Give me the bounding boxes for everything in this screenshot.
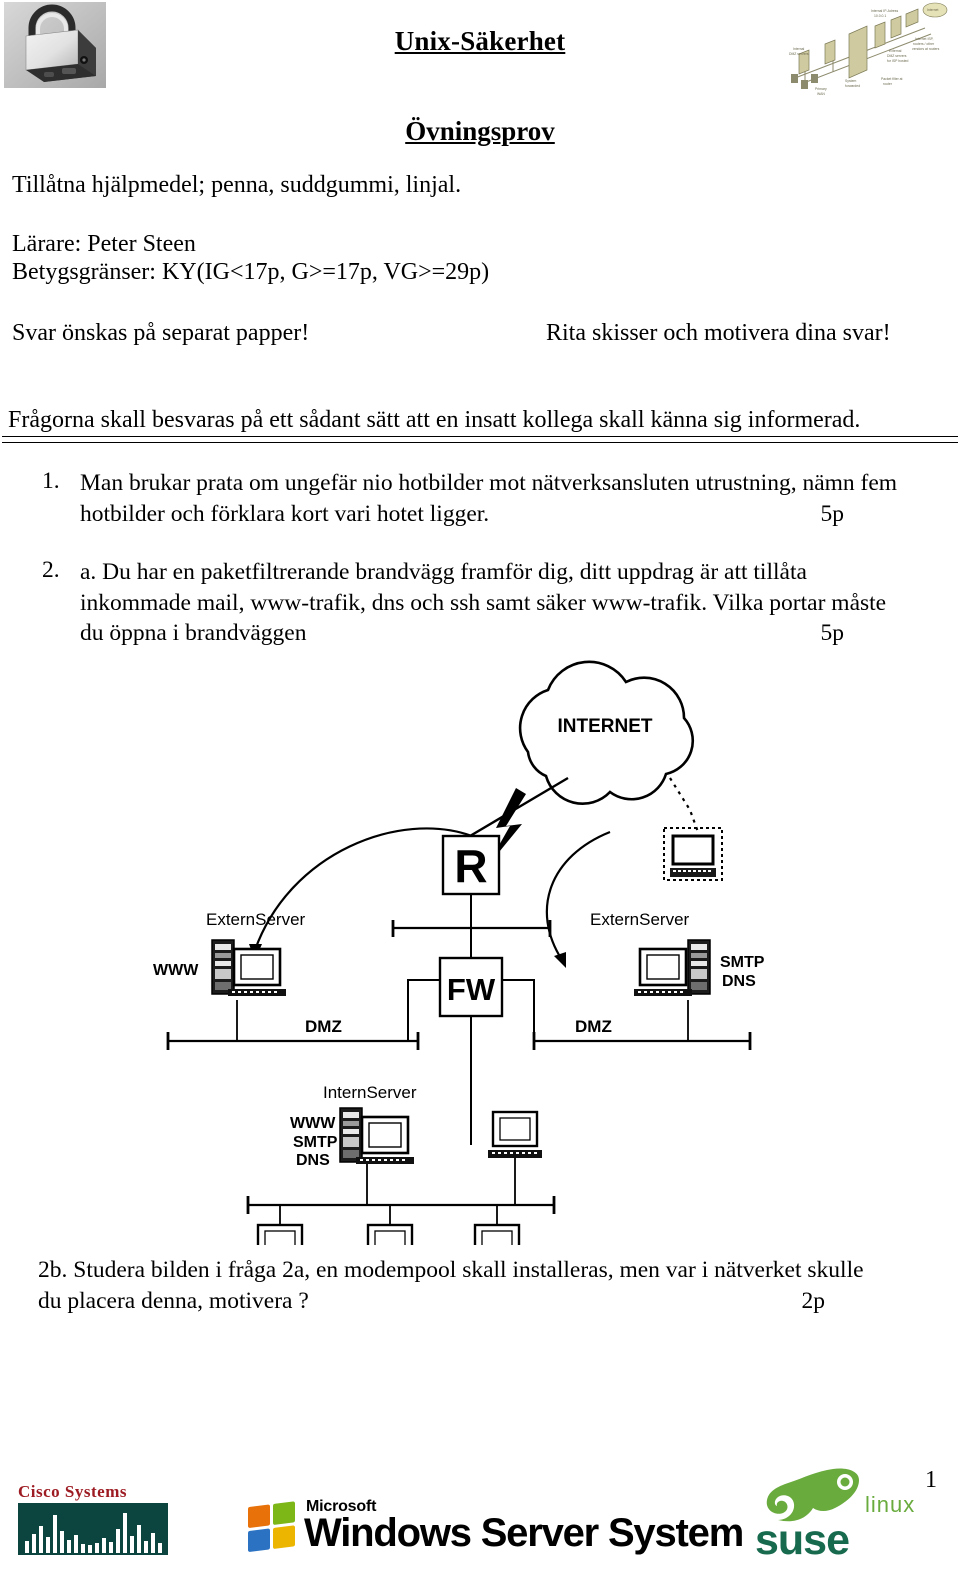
svg-text:10.0.0.1: 10.0.0.1 — [874, 14, 886, 18]
svg-text:SMTP: SMTP — [720, 954, 765, 971]
firewall-box: FW — [438, 956, 504, 1018]
question-1-number: 1. — [42, 468, 60, 494]
cisco-bars-graphic — [18, 1503, 168, 1555]
question-1-line-1: Man brukar prata om ungefär nio hotbilde… — [80, 470, 898, 496]
svg-text:ExternServer: ExternServer — [590, 910, 690, 929]
router-box: R — [441, 834, 501, 896]
svg-text:WWW: WWW — [290, 1115, 336, 1132]
answer-paper-note: Svar önskas på separat papper! — [12, 320, 310, 346]
allowed-aids-text: Tillåtna hjälpmedel; penna, suddgummi, l… — [12, 172, 462, 198]
footer-logos: Cisco Systems Microsoft Windows Server S… — [0, 1460, 960, 1573]
answer-instruction-text: Frågorna skall besvaras på ett sådant sä… — [8, 407, 861, 433]
cisco-logo: Cisco Systems — [18, 1483, 170, 1555]
question-2-line-3: du öppna i brandväggen 5p — [80, 618, 958, 649]
question-2b-line-1: 2b. Studera bilden i fråga 2a, en modemp… — [38, 1257, 864, 1283]
svg-text:Internet: Internet — [927, 8, 939, 12]
question-2-line-3-text: du öppna i brandväggen — [80, 620, 307, 647]
svg-text:for ISP hosted: for ISP hosted — [887, 59, 909, 63]
svg-text:System: System — [845, 79, 856, 83]
question-2-number: 2. — [42, 557, 60, 583]
svg-text:forwarded: forwarded — [845, 84, 860, 88]
horizontal-double-rule — [2, 436, 958, 443]
microsoft-windows-server-system-logo: Microsoft Windows Server System — [248, 1490, 744, 1560]
question-1-line-2: hotbilder och förklara kort vari hotet l… — [80, 499, 958, 530]
question-2-line-1: a. Du har en paketfiltrerande brandvägg … — [80, 559, 807, 585]
svg-text:FW: FW — [447, 972, 496, 1007]
question-2-line-2: inkommade mail, www-trafik, dns och ssh … — [80, 589, 887, 616]
svg-text:WWW: WWW — [153, 962, 199, 979]
question-1-body: Man brukar prata om ungefär nio hotbilde… — [80, 468, 958, 529]
question-2b-line-2-text: du placera denna, motivera ? — [38, 1287, 309, 1314]
svg-text:Internal IP-Adress: Internal IP-Adress — [871, 9, 898, 13]
svg-text:R: R — [454, 840, 487, 892]
suse-linux-logo: linux suse — [755, 1464, 930, 1569]
question-2b-line-2: du placera denna, motivera ? 2p — [38, 1286, 943, 1317]
page-subtitle: Övningsprov — [405, 116, 555, 146]
question-2b-body: 2b. Studera bilden i fråga 2a, en modemp… — [38, 1255, 943, 1316]
svg-text:INTERNET: INTERNET — [558, 716, 653, 737]
question-1-line-2-text: hotbilder och förklara kort vari hotet l… — [80, 500, 490, 527]
svg-text:InternServer: InternServer — [323, 1083, 417, 1102]
remote-workstation-icon — [663, 827, 723, 881]
question-2-points: 5p — [820, 620, 845, 647]
page-title: Unix-Säkerhet — [394, 26, 566, 56]
svg-text:Packet filter at: Packet filter at — [881, 77, 903, 81]
suse-linux-text: linux — [865, 1492, 916, 1517]
page-number: 1 — [925, 1467, 937, 1493]
svg-text:ExternServer: ExternServer — [206, 910, 306, 929]
question-2b-points: 2p — [801, 1287, 826, 1314]
windows-flag-icon — [248, 1501, 298, 1553]
sketch-note: Rita skisser och motivera dina svar! — [546, 320, 891, 346]
suse-wordmark: suse — [755, 1516, 850, 1564]
svg-text:SMTP: SMTP — [293, 1134, 338, 1151]
svg-text:DNS: DNS — [296, 1152, 330, 1169]
teacher-text: Lärare: Peter Steen — [12, 231, 196, 257]
svg-text:DMZ: DMZ — [575, 1017, 612, 1036]
svg-text:WAN: WAN — [817, 92, 825, 96]
svg-text:DNS: DNS — [722, 973, 756, 990]
windows-server-system-text: Windows Server System — [304, 1511, 744, 1555]
question-1-points: 5p — [820, 500, 845, 527]
svg-text:DMZ: DMZ — [305, 1017, 342, 1036]
network-diagram: INTERNET R FW DMZ DMZ ExternServer WWW E… — [150, 660, 770, 1245]
cisco-wordmark: Cisco Systems — [18, 1482, 127, 1501]
svg-text:Primary: Primary — [815, 87, 827, 91]
svg-text:router: router — [883, 82, 893, 86]
question-2-body: a. Du har en paketfiltrerande brandvägg … — [80, 557, 958, 649]
grade-limits-text: Betygsgränser: KY(IG<17p, G>=17p, VG>=29… — [12, 259, 490, 285]
